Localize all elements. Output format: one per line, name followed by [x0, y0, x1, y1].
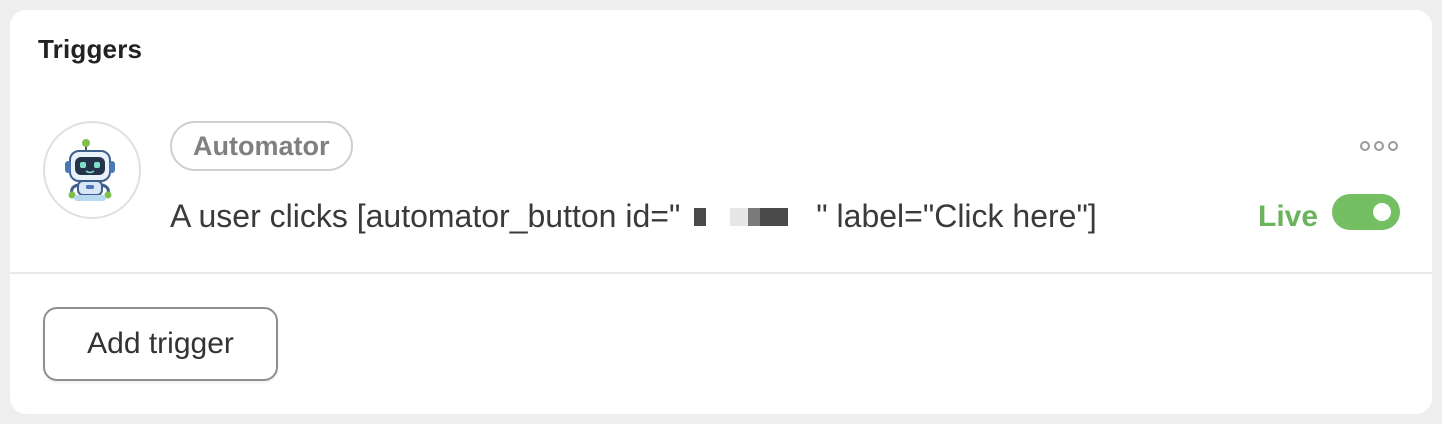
integration-avatar	[43, 121, 141, 219]
panel-title: Triggers	[38, 34, 143, 64]
toggle-knob	[1373, 203, 1391, 221]
menu-dot	[1374, 141, 1384, 151]
live-toggle[interactable]	[1332, 194, 1400, 230]
menu-dot	[1388, 141, 1398, 151]
redacted-id-value	[694, 206, 802, 228]
more-options-icon[interactable]	[1360, 136, 1398, 156]
add-trigger-button[interactable]: Add trigger	[43, 307, 278, 381]
divider	[10, 272, 1432, 274]
trigger-sentence[interactable]: A user clicks [automator_button id=" " l…	[170, 198, 1097, 235]
automator-robot-icon	[65, 139, 115, 201]
status-label: Live	[1258, 200, 1319, 233]
trigger-item: Automator A user clicks [automator_butto…	[10, 110, 1432, 272]
trigger-sentence-end: " label="Click here"]	[816, 198, 1097, 234]
triggers-panel: Triggers Automator A user clicks [automa…	[10, 10, 1432, 414]
trigger-sentence-start: A user clicks [automator_button id="	[170, 198, 681, 234]
menu-dot	[1360, 141, 1370, 151]
integration-badge: Automator	[170, 121, 353, 171]
